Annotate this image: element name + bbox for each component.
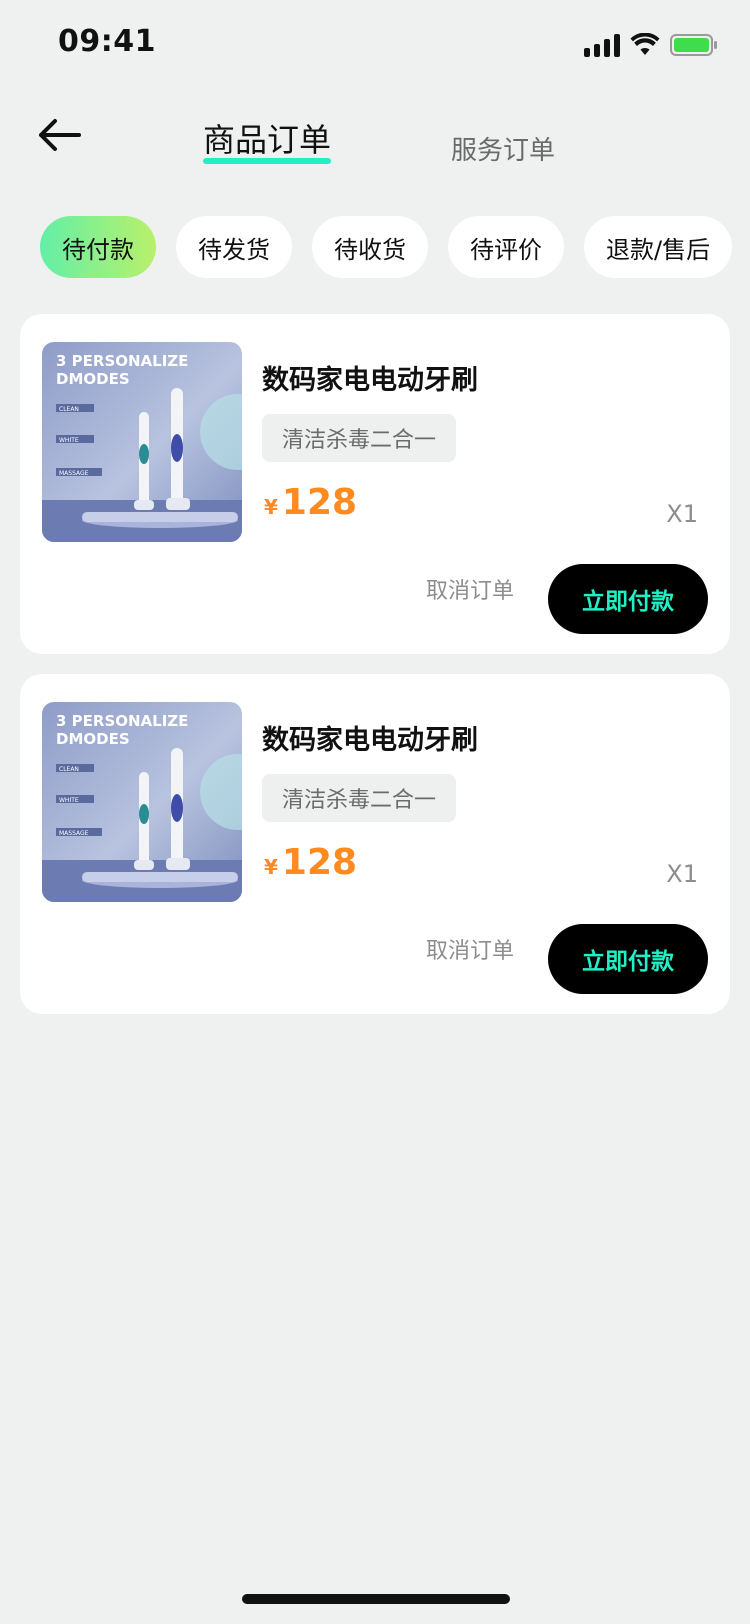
product-image[interactable]: 3 PERSONALIZE DMODES CLEAN WHITE MASSAGE — [42, 702, 242, 902]
svg-text:CLEAN: CLEAN — [59, 406, 79, 413]
image-headline-line-1: 3 PERSONALIZE — [56, 712, 188, 730]
cellular-signal-icon — [584, 33, 620, 57]
battery-icon — [670, 34, 717, 56]
status-bar: 09:41 — [0, 0, 750, 90]
status-time: 09:41 — [58, 24, 156, 59]
cancel-order-button[interactable]: 取消订单 — [400, 566, 540, 612]
price-currency: ¥ — [264, 855, 278, 879]
image-headline-line-2: DMODES — [56, 730, 130, 748]
order-card[interactable]: 3 PERSONALIZE DMODES CLEAN WHITE MASSAGE… — [20, 674, 730, 1014]
pay-now-button[interactable]: 立即付款 — [548, 564, 708, 634]
filter-pending-payment[interactable]: 待付款 — [40, 216, 156, 278]
product-title[interactable]: 数码家电电动牙刷 — [262, 718, 478, 757]
product-price: ¥ 128 — [264, 482, 357, 523]
product-quantity: X1 — [666, 860, 698, 888]
product-price: ¥ 128 — [264, 842, 357, 883]
home-indicator — [242, 1594, 510, 1604]
cancel-order-button[interactable]: 取消订单 — [400, 926, 540, 972]
price-amount: 128 — [281, 842, 358, 883]
filter-pending-review[interactable]: 待评价 — [448, 216, 564, 278]
image-headline-line-1: 3 PERSONALIZE — [56, 352, 188, 370]
back-button[interactable] — [32, 110, 86, 160]
svg-text:WHITE: WHITE — [59, 437, 79, 444]
status-filter-bar: 待付款 待发货 待收货 待评价 退款/售后 — [40, 216, 733, 278]
filter-pending-receipt[interactable]: 待收货 — [312, 216, 428, 278]
price-amount: 128 — [281, 482, 358, 523]
svg-text:CLEAN: CLEAN — [59, 766, 79, 773]
status-icons — [584, 30, 718, 60]
product-spec-tag: 清洁杀毒二合一 — [262, 414, 457, 462]
active-tab-indicator — [203, 158, 331, 164]
svg-text:MASSAGE: MASSAGE — [59, 830, 89, 837]
filter-refund-aftersale[interactable]: 退款/售后 — [584, 216, 733, 278]
product-quantity: X1 — [666, 500, 698, 528]
order-card[interactable]: 3 PERSONALIZE DMODES CLEAN WHITE MASSAGE… — [20, 314, 730, 654]
svg-text:MASSAGE: MASSAGE — [59, 470, 89, 477]
image-headline-line-2: DMODES — [56, 370, 130, 388]
svg-text:WHITE: WHITE — [59, 797, 79, 804]
order-list-screen: 09:41 商品订单 服务订单 待付款 待发货 待收货 待评价 退款/售后 3 … — [0, 0, 750, 1624]
pay-now-button[interactable]: 立即付款 — [548, 924, 708, 994]
filter-pending-shipment[interactable]: 待发货 — [176, 216, 292, 278]
product-image[interactable]: 3 PERSONALIZE DMODES CLEAN WHITE MASSAGE — [42, 342, 242, 542]
wifi-icon — [630, 33, 660, 55]
product-title[interactable]: 数码家电电动牙刷 — [262, 358, 478, 397]
arrow-left-icon — [39, 119, 81, 151]
tab-service-orders[interactable]: 服务订单 — [451, 120, 555, 176]
product-spec-tag: 清洁杀毒二合一 — [262, 774, 457, 822]
price-currency: ¥ — [264, 495, 278, 519]
